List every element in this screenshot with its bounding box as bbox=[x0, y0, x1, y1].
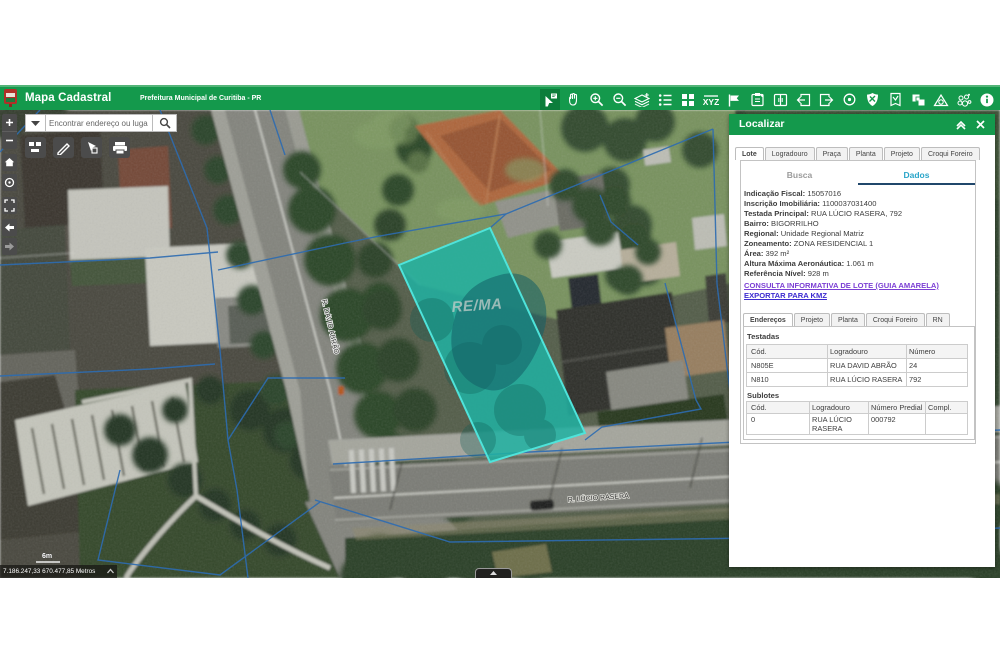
svg-text:6m: 6m bbox=[42, 553, 52, 560]
svg-text:XYZ: XYZ bbox=[703, 97, 719, 107]
svg-text:RE/MA: RE/MA bbox=[451, 295, 503, 316]
